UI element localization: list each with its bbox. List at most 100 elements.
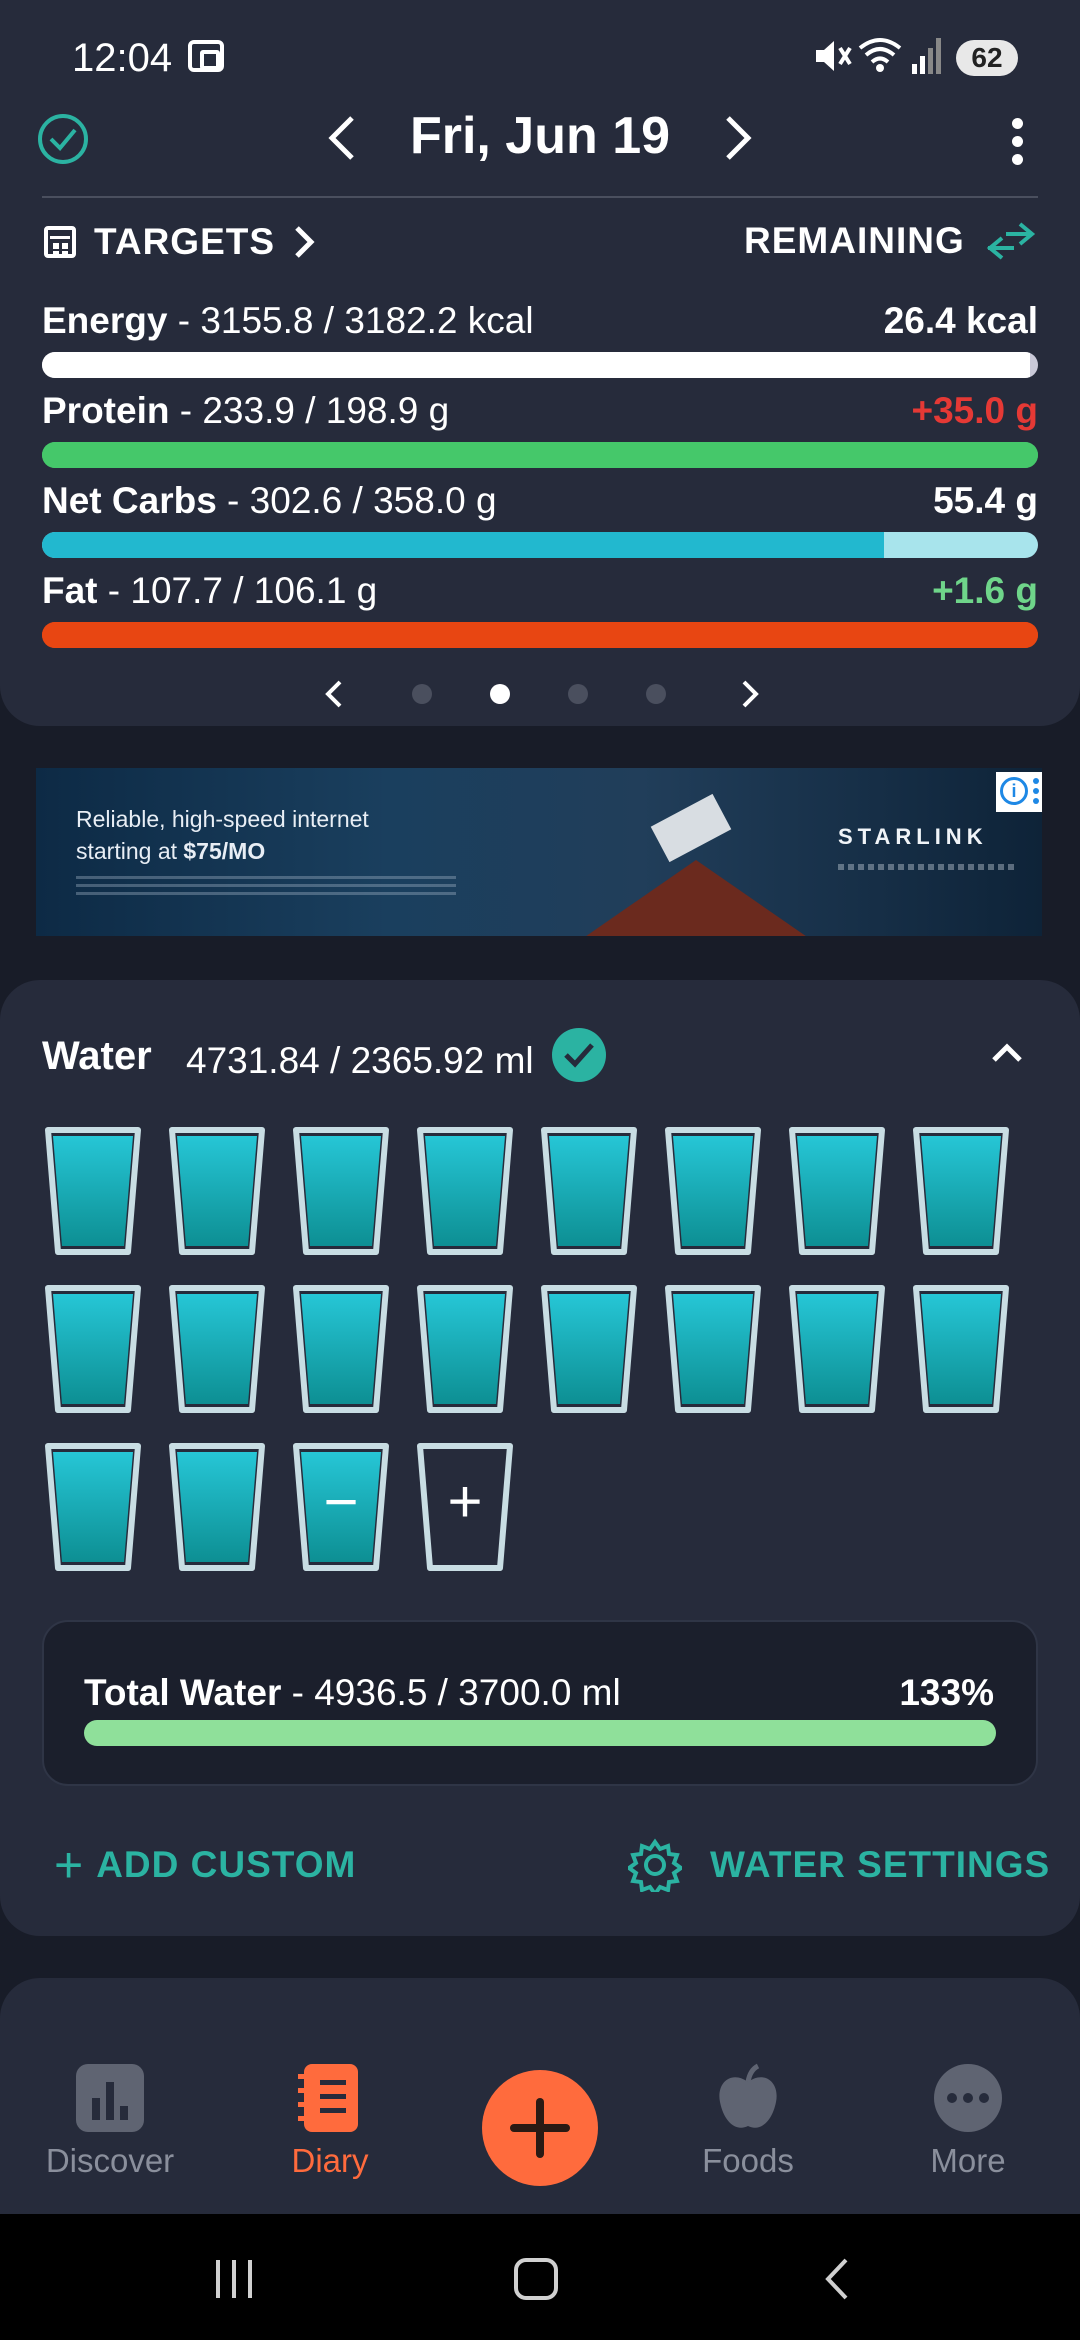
nutrient-progress-fill: [42, 442, 1038, 468]
nutrient-1[interactable]: Protein - 233.9 / 198.9 g +35.0 g: [42, 390, 1038, 468]
nutrient-progress-fill: [42, 352, 1031, 378]
status-time: 12:04: [72, 36, 173, 80]
total-water-label: Total Water - 4936.5 / 3700.0 ml: [84, 1672, 621, 1714]
recents-button[interactable]: [214, 2260, 254, 2298]
nutrient-progress-fill: [42, 532, 884, 558]
nutrient-name: Net Carbs: [42, 480, 217, 521]
add-glass-button[interactable]: +: [414, 1440, 516, 1576]
chevron-right-icon[interactable]: [738, 678, 762, 710]
pager-dot[interactable]: [568, 684, 588, 704]
water-glass-icon[interactable]: [662, 1124, 764, 1260]
more-horiz-icon: [932, 2062, 1004, 2134]
add-entry-button[interactable]: [482, 2070, 598, 2186]
nutrient-progress-bar: [42, 352, 1038, 378]
nav-diary[interactable]: Diary: [240, 2062, 420, 2202]
remove-glass-button[interactable]: −: [290, 1440, 392, 1576]
total-water-title: Total Water: [84, 1672, 282, 1713]
back-button[interactable]: [822, 2256, 852, 2302]
plus-icon: +: [447, 1468, 483, 1535]
add-custom-label: ADD CUSTOM: [96, 1844, 357, 1885]
nav-foods[interactable]: Foods: [658, 2062, 838, 2202]
water-glass-icon[interactable]: [166, 1124, 268, 1260]
nutrient-remaining: 55.4 g: [933, 480, 1038, 521]
water-glass-icon[interactable]: [166, 1282, 268, 1418]
nutrient-label-row: Fat - 107.7 / 106.1 g +1.6 g: [42, 570, 1038, 618]
nav-discover[interactable]: Discover: [20, 2062, 200, 2202]
water-glass-icon[interactable]: [786, 1124, 888, 1260]
chevron-left-icon[interactable]: [322, 678, 346, 710]
water-glass-icon[interactable]: [662, 1282, 764, 1418]
more-vert-icon: [1032, 776, 1040, 808]
water-glass-icon[interactable]: [538, 1282, 640, 1418]
nutrient-progress-bar: [42, 622, 1038, 648]
pager-dot[interactable]: [490, 684, 510, 704]
nutrient-label-row: Protein - 233.9 / 198.9 g +35.0 g: [42, 390, 1038, 438]
water-glass-icon[interactable]: [290, 1282, 392, 1418]
apple-icon: [712, 2062, 784, 2134]
water-glass-icon[interactable]: [538, 1124, 640, 1260]
water-glass-icon[interactable]: [414, 1124, 516, 1260]
chart-icon: [74, 2062, 146, 2134]
chevron-right-icon: [295, 226, 315, 258]
nav-diary-label: Diary: [291, 2142, 369, 2179]
pager-dot[interactable]: [646, 684, 666, 704]
nav-discover-label: Discover: [45, 2142, 175, 2179]
nutrient-detail: - 3155.8 / 3182.2 kcal: [167, 300, 534, 341]
water-glass-icon[interactable]: [910, 1124, 1012, 1260]
nutrient-2[interactable]: Net Carbs - 302.6 / 358.0 g 55.4 g: [42, 480, 1038, 558]
more-vert-icon[interactable]: [1002, 114, 1032, 166]
nutrient-detail: - 302.6 / 358.0 g: [216, 480, 497, 521]
nutrient-name: Protein: [42, 390, 170, 431]
remaining-toggle[interactable]: REMAINING: [744, 220, 965, 262]
water-glass-icon[interactable]: [42, 1124, 144, 1260]
nutrient-label-row: Net Carbs - 302.6 / 358.0 g 55.4 g: [42, 480, 1038, 528]
water-glass-icon[interactable]: [42, 1282, 144, 1418]
calendar-icon: [44, 226, 76, 258]
prev-day-button[interactable]: [322, 110, 362, 166]
targets-button[interactable]: TARGETS: [44, 218, 315, 266]
total-water-bar: [84, 1720, 996, 1746]
total-water-detail: - 4936.5 / 3700.0 ml: [281, 1672, 621, 1713]
water-glass-icon[interactable]: [414, 1282, 516, 1418]
water-settings-button[interactable]: WATER SETTINGS: [628, 1838, 1051, 1892]
total-water-percent: 133%: [899, 1672, 994, 1713]
water-glass-icon[interactable]: [786, 1282, 888, 1418]
water-title: Water: [42, 1034, 152, 1078]
check-circle-icon[interactable]: [38, 114, 88, 164]
ad-price: $75/MO: [183, 838, 266, 864]
nutrient-0[interactable]: Energy - 3155.8 / 3182.2 kcal 26.4 kcal: [42, 300, 1038, 378]
nav-more[interactable]: More: [878, 2062, 1058, 2202]
ad-choices[interactable]: i: [996, 772, 1042, 812]
next-day-button[interactable]: [718, 110, 758, 166]
screenshot-icon: [188, 40, 224, 72]
ad-banner[interactable]: Reliable, high-speed internet starting a…: [36, 768, 1042, 936]
pager-dot[interactable]: [412, 684, 432, 704]
nutrient-3[interactable]: Fat - 107.7 / 106.1 g +1.6 g: [42, 570, 1038, 648]
chevron-up-icon[interactable]: [990, 1040, 1024, 1066]
nutrient-detail: - 233.9 / 198.9 g: [169, 390, 450, 431]
nutrient-remaining: +35.0 g: [911, 390, 1038, 431]
status-bar: 12:04 62: [0, 0, 1080, 118]
home-button[interactable]: [514, 2258, 558, 2300]
water-settings-label: WATER SETTINGS: [710, 1844, 1051, 1885]
ad-subline: starting at $75/MO: [76, 838, 265, 865]
chevron-left-icon: [328, 116, 354, 160]
water-glass-icon[interactable]: [290, 1124, 392, 1260]
ad-fine-print: [76, 876, 456, 898]
date-title[interactable]: Fri, Jun 19: [380, 106, 700, 166]
chevron-right-icon: [726, 116, 752, 160]
water-glass-icon[interactable]: [166, 1440, 268, 1576]
nav-foods-label: Foods: [702, 2142, 794, 2179]
nav-more-label: More: [930, 2142, 1006, 2179]
water-amount: 4731.84 / 2365.92 ml: [186, 1040, 534, 1081]
divider: [42, 196, 1038, 198]
swap-icon[interactable]: [984, 222, 1036, 262]
battery-badge: 62: [956, 40, 1018, 76]
mute-icon: [812, 38, 852, 83]
water-glass-icon[interactable]: [910, 1282, 1012, 1418]
nutrient-label-row: Energy - 3155.8 / 3182.2 kcal 26.4 kcal: [42, 300, 1038, 348]
nutrient-remaining: 26.4 kcal: [883, 300, 1038, 341]
water-glass-icon[interactable]: [42, 1440, 144, 1576]
targets-label: TARGETS: [94, 221, 276, 262]
add-custom-button[interactable]: + ADD CUSTOM: [54, 1837, 357, 1893]
